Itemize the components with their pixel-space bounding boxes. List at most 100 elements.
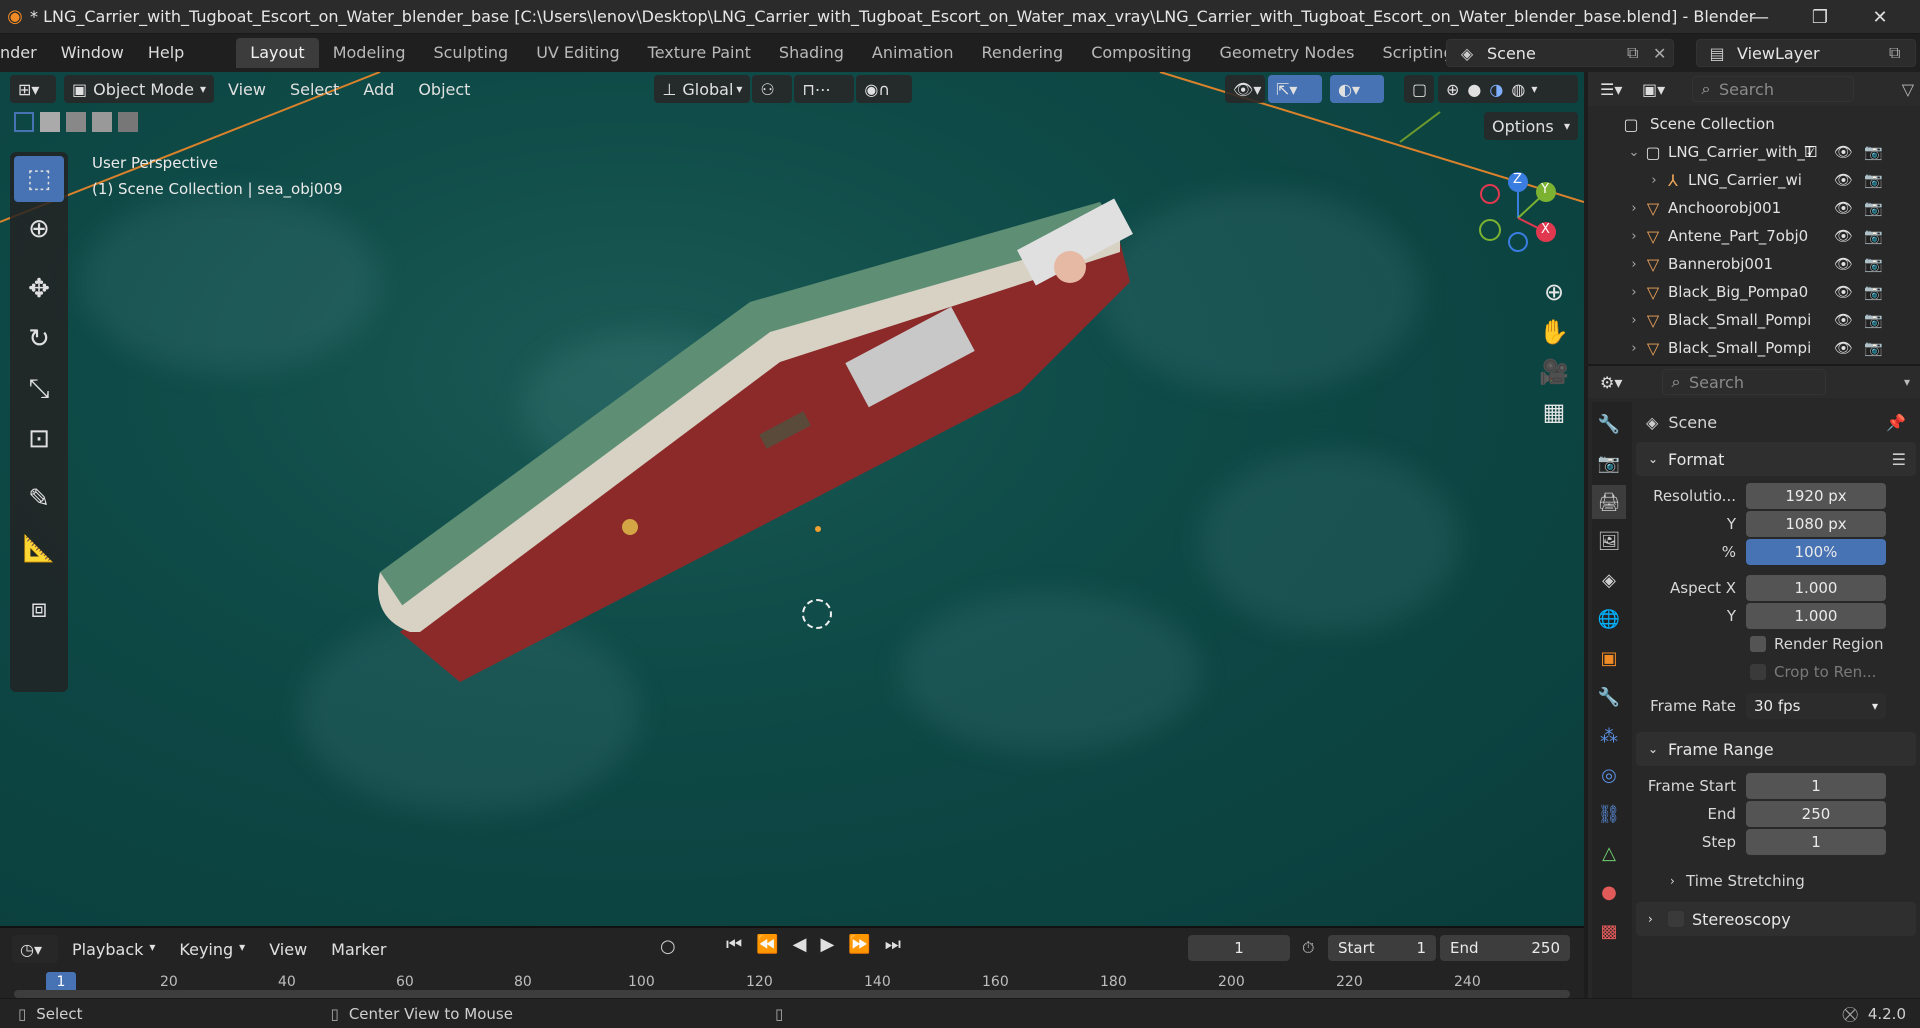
time-stretching-subpanel[interactable]: › Time Stretching (1636, 864, 1916, 898)
aspect-x-field[interactable]: 1.000 (1746, 575, 1886, 601)
outliner-row[interactable]: › ▽ Bannerobj001 👁 📷 (1588, 250, 1920, 278)
rendered-icon[interactable]: ◍ (1511, 80, 1525, 99)
tab-texture-paint[interactable]: Texture Paint (634, 38, 765, 68)
3d-viewport[interactable]: ⊞▾ ▣ Object Mode ▾ View Select Add Objec… (0, 72, 1584, 926)
material-tab-icon[interactable]: ● (1592, 875, 1626, 909)
camera-icon[interactable]: 📷 (1864, 255, 1883, 273)
select-extend-icon[interactable] (40, 112, 60, 132)
eye-icon[interactable]: 👁 (1834, 339, 1853, 357)
frame-end-field[interactable]: 250 (1746, 801, 1886, 827)
outliner-row[interactable]: › ▽ Antene_Part_7obj0 👁 📷 (1588, 222, 1920, 250)
menu-help[interactable]: Help (136, 34, 196, 72)
outliner-search[interactable]: ⌕ Search (1692, 76, 1854, 102)
chevron-right-icon[interactable]: › (1626, 313, 1642, 328)
stereoscopy-panel-header[interactable]: › Stereoscopy (1636, 902, 1916, 936)
menu-select[interactable]: Select (278, 80, 351, 99)
overlay-toggle-icon[interactable]: ◐▾ (1330, 75, 1384, 103)
menu-window[interactable]: Window (49, 34, 136, 72)
crop-row[interactable]: Crop to Ren... (1636, 658, 1916, 686)
tab-rendering[interactable]: Rendering (967, 38, 1077, 68)
proportional-edit-icon[interactable]: ◉∩ (856, 75, 913, 103)
tab-animation[interactable]: Animation (858, 38, 968, 68)
timeline[interactable]: ◷▾ Playback ▾ Keying ▾ View Marker ○ ⏮ ⏪ ◀… (0, 926, 1584, 998)
measure-icon[interactable]: 📐 (14, 526, 64, 572)
tab-compositing[interactable]: Compositing (1077, 38, 1205, 68)
outliner-row[interactable]: › ▽ Black_Big_Pompa0 👁 📷 (1588, 278, 1920, 306)
render-tab-icon[interactable]: 📷 (1592, 446, 1626, 480)
scene-selector[interactable]: ◈ Scene ⧉ ✕ (1446, 39, 1674, 67)
world-tab-icon[interactable]: 🌐 (1592, 602, 1626, 636)
crop-checkbox[interactable] (1750, 664, 1766, 680)
editor-type-icon[interactable]: ⊞▾ (10, 75, 56, 103)
view-layer-tab-icon[interactable]: 🖼 (1592, 524, 1626, 558)
outliner-row[interactable]: › ⅄ LNG_Carrier_wi 👁 📷 (1588, 166, 1920, 194)
select-intersect-icon[interactable] (118, 112, 138, 132)
aspect-y-field[interactable]: 1.000 (1746, 603, 1886, 629)
eye-icon[interactable]: 👁 (1834, 171, 1853, 189)
move-icon[interactable]: ✥ (14, 266, 64, 312)
outliner-root[interactable]: ▢ Scene Collection (1588, 110, 1920, 138)
outliner-row[interactable]: › ▽ Black_Small_Pompi 👁 📷 (1588, 306, 1920, 334)
chevron-down-icon[interactable]: ▾ (1531, 82, 1537, 96)
marker-menu[interactable]: Marker (319, 940, 398, 959)
properties-search[interactable]: ⌕ Search (1662, 369, 1826, 395)
menu-object[interactable]: Object (406, 80, 482, 99)
wireframe-icon[interactable]: ⊕ (1446, 80, 1459, 99)
options-button[interactable]: Options ▾ (1484, 112, 1578, 140)
auto-keying-icon[interactable]: ○ (660, 936, 676, 957)
rotate-icon[interactable]: ↻ (14, 316, 64, 362)
pivot-icon[interactable]: ⚇ (752, 75, 793, 103)
texture-tab-icon[interactable]: ▩ (1592, 914, 1626, 948)
output-tab-icon[interactable]: 🖨 (1592, 485, 1626, 519)
chevron-down-icon[interactable]: ⌄ (1626, 145, 1642, 160)
chevron-right-icon[interactable]: › (1626, 341, 1642, 356)
modifier-tab-icon[interactable]: 🔧 (1592, 680, 1626, 714)
timeline-view-menu[interactable]: View (257, 940, 319, 959)
next-keyframe-icon[interactable]: ⏩ (848, 934, 870, 955)
navigation-gizmo[interactable]: Z Y X (1468, 168, 1568, 268)
frame-range-panel-header[interactable]: ⌄ Frame Range (1636, 732, 1916, 766)
shading-modes[interactable]: ⊕ ● ◑ ◍ ▾ (1438, 75, 1578, 103)
copy-icon[interactable]: ⧉ (1889, 43, 1915, 63)
tab-modeling[interactable]: Modeling (319, 38, 420, 68)
eye-icon[interactable]: 👁 (1834, 283, 1853, 301)
render-region-checkbox[interactable] (1750, 636, 1766, 652)
camera-icon[interactable]: 📷 (1864, 339, 1883, 357)
minimize-button[interactable]: — (1730, 0, 1790, 34)
timeline-editor-icon[interactable]: ◷▾ (12, 935, 58, 963)
maximize-button[interactable]: ❐ (1790, 0, 1850, 34)
eye-icon[interactable]: 👁 (1834, 199, 1853, 217)
cursor-icon[interactable]: ⊕ (14, 206, 64, 252)
outliner-row[interactable]: › ▽ Black_Small_Pompi 👁 📷 (1588, 334, 1920, 362)
solid-icon[interactable]: ● (1467, 80, 1481, 99)
menu-render[interactable]: nder (0, 34, 49, 72)
format-panel-header[interactable]: ⌄ Format ☰ (1636, 442, 1916, 476)
add-cube-icon[interactable]: ⧈ (14, 586, 64, 632)
filter-icon[interactable]: ▽ (1902, 80, 1914, 99)
chevron-right-icon[interactable]: › (1626, 285, 1642, 300)
camera-icon[interactable]: 📷 (1864, 311, 1883, 329)
annotate-icon[interactable]: ✎ (14, 476, 64, 522)
prev-keyframe-icon[interactable]: ⏪ (756, 934, 778, 955)
chevron-right-icon[interactable]: › (1626, 201, 1642, 216)
tab-uv-editing[interactable]: UV Editing (522, 38, 633, 68)
outliner-row[interactable]: › ▽ Anchoorobj001 👁 📷 (1588, 194, 1920, 222)
data-tab-icon[interactable]: △ (1592, 836, 1626, 870)
viewlayer-selector[interactable]: ▤ ViewLayer ⧉ (1696, 39, 1916, 67)
select-mode-group[interactable] (14, 112, 138, 132)
material-icon[interactable]: ◑ (1489, 80, 1503, 99)
playhead[interactable]: 1 (46, 972, 76, 992)
chevron-right-icon[interactable]: › (1646, 173, 1662, 188)
copy-icon[interactable]: ⧉ (1627, 43, 1653, 63)
eye-icon[interactable]: 👁 (1834, 227, 1853, 245)
checkbox-icon[interactable]: ☑ (1804, 143, 1817, 161)
tab-sculpting[interactable]: Sculpting (419, 38, 522, 68)
eye-icon[interactable]: 👁 (1834, 143, 1853, 161)
resolution-x-field[interactable]: 1920 px (1746, 483, 1886, 509)
jump-end-icon[interactable]: ⏭ (885, 934, 901, 955)
play-icon[interactable]: ▶ (820, 934, 834, 955)
3d-cursor-icon[interactable] (802, 599, 832, 629)
stopwatch-icon[interactable]: ⏱ (1302, 938, 1314, 958)
close-button[interactable]: ✕ (1850, 0, 1910, 34)
camera-icon[interactable]: 📷 (1864, 283, 1883, 301)
